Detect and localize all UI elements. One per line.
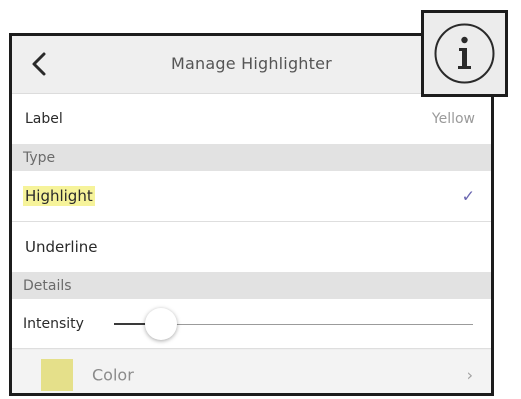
type-section-header: Type xyxy=(12,144,491,171)
navigation-bar: Manage Highlighter xyxy=(12,36,491,94)
intensity-slider-thumb[interactable] xyxy=(144,308,177,340)
chevron-right-icon: › xyxy=(466,365,473,384)
type-option-underline[interactable]: Underline xyxy=(12,222,491,272)
details-section-title: Details xyxy=(23,277,72,294)
intensity-slider[interactable] xyxy=(114,308,473,340)
label-row[interactable]: Label Yellow xyxy=(12,94,491,144)
label-row-title: Label xyxy=(25,111,63,127)
underline-option-label: Underline xyxy=(25,238,98,256)
page-title: Manage Highlighter xyxy=(171,54,332,73)
checkmark-icon: ✓ xyxy=(461,186,475,206)
label-value: Yellow xyxy=(431,111,475,127)
type-option-highlight[interactable]: Highlight ✓ xyxy=(12,171,491,222)
color-swatch xyxy=(41,358,73,391)
details-section-header: Details xyxy=(12,272,491,299)
intensity-row: Intensity xyxy=(12,299,491,349)
info-icon xyxy=(434,23,495,84)
info-button[interactable] xyxy=(421,10,508,97)
intensity-label: Intensity xyxy=(23,315,84,332)
type-section-title: Type xyxy=(23,149,56,166)
highlight-option-label: Highlight xyxy=(23,186,95,206)
color-label: Color xyxy=(92,365,134,384)
color-row[interactable]: Color › xyxy=(12,350,491,393)
